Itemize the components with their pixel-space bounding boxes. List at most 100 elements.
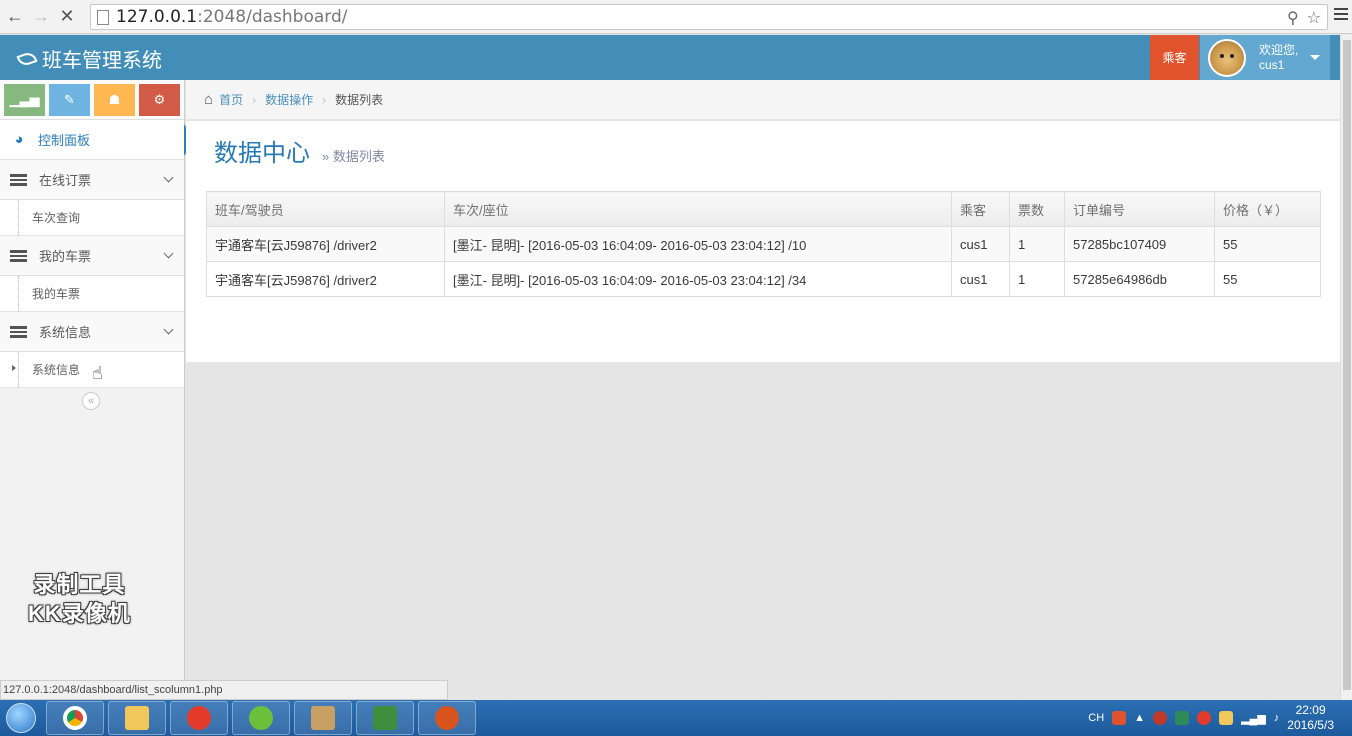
page-scrollbar[interactable]	[1340, 35, 1352, 700]
start-button[interactable]	[0, 700, 42, 736]
scroll-thumb[interactable]	[1343, 40, 1351, 690]
column-header[interactable]: 价格（￥）	[1214, 191, 1321, 227]
sidebar-item-control-panel[interactable]: ◕ 控制面板	[0, 120, 184, 160]
table-cell: 1	[1009, 261, 1065, 297]
table-cell: 55	[1214, 261, 1321, 297]
back-icon[interactable]: ←	[4, 6, 26, 28]
security-icon[interactable]	[1153, 711, 1168, 725]
sidebar-item-system-info[interactable]: 系统信息	[0, 312, 184, 352]
volume-icon[interactable]: ♪	[1274, 712, 1280, 724]
folder-icon	[125, 706, 149, 730]
table-cell: 57285e64986db	[1064, 261, 1215, 297]
pencil-icon: ✎	[64, 92, 75, 107]
list-icon	[10, 325, 27, 338]
brand-title: 班车管理系统	[42, 50, 162, 72]
breadcrumb: ⌂ 首页 › 数据操作 › 数据列表	[186, 80, 1340, 120]
table-row[interactable]: 宇通客车[云J59876] /driver2 [墨江- 昆明]- [2016-0…	[206, 261, 1321, 297]
tray-user-icon[interactable]	[1219, 711, 1234, 725]
main-content: 数据中心 » 数据列表 班车/驾驶员 车次/座位 乘客 票数 订单编号 价格（￥…	[186, 121, 1340, 362]
list-icon	[10, 173, 27, 186]
role-button[interactable]: 乘客	[1150, 35, 1199, 80]
breadcrumb-home[interactable]: 首页	[219, 91, 243, 108]
orders-table: 班车/驾驶员 车次/座位 乘客 票数 订单编号 价格（￥） 宇通客车[云J598…	[206, 191, 1321, 297]
breadcrumb-data-ops[interactable]: 数据操作	[265, 91, 313, 108]
avatar	[1208, 38, 1246, 77]
signal-button[interactable]: ▁▃▅	[4, 84, 45, 116]
input-language[interactable]: CH	[1088, 712, 1104, 724]
table-cell: 1	[1009, 226, 1065, 262]
shortcut-buttons: ▁▃▅ ✎ ☗ ⚙	[0, 80, 184, 120]
key-icon[interactable]: ⚲	[1287, 8, 1299, 28]
browser-menu-icon[interactable]	[1334, 8, 1348, 20]
green-browser-icon	[249, 706, 273, 730]
hand-cursor-icon: ☝	[92, 363, 103, 383]
chevron-down-icon	[163, 324, 174, 335]
taskbar-app-chrome[interactable]	[46, 701, 104, 735]
user-menu[interactable]: 欢迎您, cus1	[1200, 35, 1330, 80]
sidebar-item-label: 系统信息	[39, 325, 92, 340]
page-header: 数据中心 » 数据列表	[214, 133, 385, 168]
column-header[interactable]: 乘客	[951, 191, 1010, 227]
cogs-button[interactable]: ⚙	[139, 84, 180, 116]
taskbar-app-browser[interactable]	[232, 701, 290, 735]
sogou-icon[interactable]	[1112, 711, 1127, 725]
column-header[interactable]: 车次/座位	[444, 191, 952, 227]
table-cell: 宇通客车[云J59876] /driver2	[206, 226, 445, 262]
taskbar-app-360[interactable]	[170, 701, 228, 735]
users-button[interactable]: ☗	[94, 84, 135, 116]
taskbar-app-recorder[interactable]	[418, 701, 476, 735]
leaf-icon	[16, 49, 38, 68]
table-cell: cus1	[951, 226, 1010, 262]
chevron-down-icon	[163, 248, 174, 259]
table-cell: 55	[1214, 226, 1321, 262]
clock[interactable]: 22:09 2016/5/3	[1287, 703, 1334, 733]
tray-expand-icon[interactable]: ▲	[1134, 712, 1145, 724]
taskbar-app-chart[interactable]	[356, 701, 414, 735]
table-header-row: 班车/驾驶员 车次/座位 乘客 票数 订单编号 价格（￥）	[206, 191, 1321, 227]
chrome-icon	[63, 706, 87, 730]
table-cell: cus1	[951, 261, 1010, 297]
address-bar[interactable]: 127.0.0.1:2048/dashboard/ ⚲ ☆	[90, 4, 1328, 30]
chevron-down-icon	[163, 172, 174, 183]
tray-app-icon[interactable]	[1175, 711, 1190, 725]
sidebar-item-my-tickets[interactable]: 我的车票	[0, 236, 184, 276]
sidebar-item-online-booking[interactable]: 在线订票	[0, 160, 184, 200]
sidebar-subitem-schedule-search[interactable]: 车次查询	[0, 200, 184, 236]
dashboard-icon: ◕	[14, 131, 24, 148]
url-host: 127.0.0.1	[116, 7, 198, 27]
page-icon	[97, 9, 109, 25]
sidebar-item-label: 控制面板	[38, 133, 91, 148]
stop-icon[interactable]: ✕	[56, 6, 78, 28]
sidebar-item-label: 我的车票	[39, 249, 92, 264]
status-url-bar: 127.0.0.1:2048/dashboard/list_scolumn1.p…	[0, 680, 448, 700]
tray-360-icon[interactable]	[1197, 711, 1212, 725]
sidebar-subitem-label: 系统信息	[32, 363, 81, 377]
forward-icon[interactable]: →	[30, 6, 52, 28]
table-cell: [墨江- 昆明]- [2016-05-03 16:04:09- 2016-05-…	[444, 261, 952, 297]
column-header[interactable]: 班车/驾驶员	[206, 191, 445, 227]
sidebar-subitem-my-tickets[interactable]: 我的车票	[0, 276, 184, 312]
caret-down-icon	[1310, 55, 1320, 60]
sidebar-collapse-button[interactable]: «	[82, 392, 100, 410]
network-icon[interactable]: ▂▄▆	[1241, 712, 1266, 725]
column-header[interactable]: 票数	[1009, 191, 1065, 227]
signal-icon: ▁▃▅	[9, 92, 40, 107]
browser-toolbar: ← → ✕ 127.0.0.1:2048/dashboard/ ⚲ ☆	[0, 0, 1352, 34]
username: cus1	[1259, 57, 1285, 72]
table-row[interactable]: 宇通客车[云J59876] /driver2 [墨江- 昆明]- [2016-0…	[206, 226, 1321, 262]
system-tray: CH ▲ ▂▄▆ ♪ 22:09 2016/5/3	[1088, 700, 1352, 736]
url-path: :2048/dashboard/	[197, 7, 348, 27]
table-cell: 宇通客车[云J59876] /driver2	[206, 261, 445, 297]
page-title: 数据中心	[214, 140, 310, 167]
column-header[interactable]: 订单编号	[1064, 191, 1215, 227]
brand[interactable]: 班车管理系统	[16, 44, 162, 73]
taskbar-app-contacts[interactable]	[294, 701, 352, 735]
taskbar-app-explorer[interactable]	[108, 701, 166, 735]
caret-right-icon	[12, 365, 16, 371]
breadcrumb-separator-icon: ›	[322, 92, 327, 107]
app-360-icon	[187, 706, 211, 730]
watermark-line: KK录像机	[28, 601, 131, 626]
clock-date: 2016/5/3	[1287, 718, 1334, 732]
pencil-button[interactable]: ✎	[49, 84, 90, 116]
bookmark-star-icon[interactable]: ☆	[1307, 8, 1321, 28]
